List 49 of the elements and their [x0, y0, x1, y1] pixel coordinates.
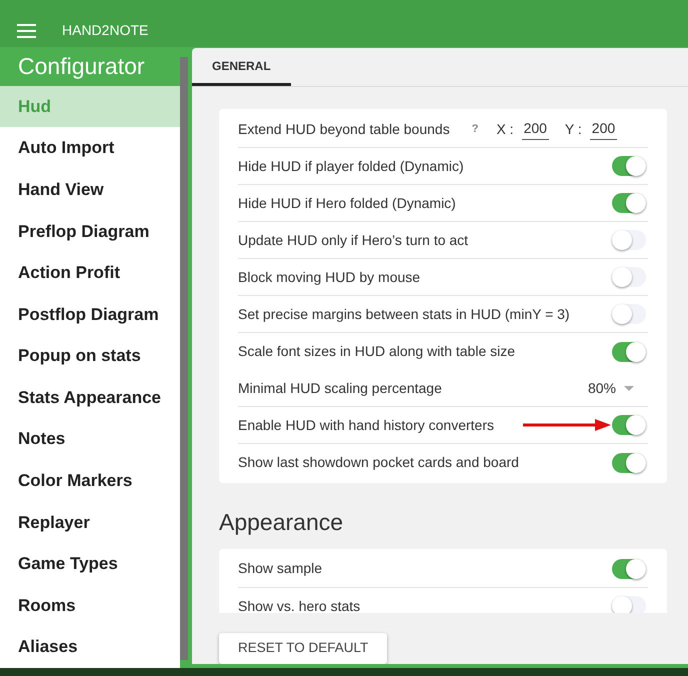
- sidebar-item[interactable]: Notes: [0, 418, 180, 460]
- sidebar-item[interactable]: Postflop Diagram: [0, 294, 180, 336]
- toggle-switch[interactable]: [612, 267, 646, 287]
- setting-label: Show last showdown pocket cards and board: [238, 453, 519, 472]
- sidebar-item[interactable]: Stats Appearance: [0, 376, 180, 418]
- setting-label: Extend HUD beyond table bounds: [238, 120, 450, 139]
- setting-label: Update HUD only if Hero’s turn to act: [238, 230, 468, 250]
- caret-icon: [624, 386, 634, 390]
- menu-icon[interactable]: [17, 24, 36, 38]
- setting-label: Block moving HUD by mouse: [238, 268, 420, 287]
- sidebar-item[interactable]: Color Markers: [0, 460, 180, 502]
- sidebar-item[interactable]: Replayer: [0, 502, 180, 544]
- toggle-switch[interactable]: [612, 596, 646, 613]
- setting-label: Enable HUD with hand history converters: [238, 416, 494, 435]
- coordinate-label: X :: [496, 120, 514, 138]
- toggle-switch[interactable]: [612, 156, 646, 176]
- sidebar-item[interactable]: Rooms: [0, 584, 180, 626]
- sidebar-item[interactable]: Preflop Diagram: [0, 210, 180, 252]
- setting-label: Hide HUD if Hero folded (Dynamic): [238, 194, 456, 213]
- toggle-switch[interactable]: [612, 230, 646, 250]
- toggle-switch[interactable]: [612, 452, 646, 472]
- input-field[interactable]: 200: [590, 118, 618, 140]
- sidebar-item[interactable]: Hand View: [0, 168, 180, 210]
- scrollbar[interactable]: [180, 57, 188, 660]
- toggle-switch[interactable]: [612, 193, 646, 213]
- toggle-switch[interactable]: [612, 415, 646, 435]
- section-heading: Appearance: [219, 508, 344, 537]
- tab[interactable]: GENERAL: [192, 48, 291, 86]
- sidebar-item[interactable]: Auto Import: [0, 127, 180, 169]
- reset-button[interactable]: RESET TO DEFAULT: [219, 633, 388, 664]
- setting-label: Hide HUD if player folded (Dynamic): [238, 156, 464, 176]
- setting-label: Show vs. hero stats: [238, 596, 360, 613]
- sidebar-item[interactable]: Action Profit: [0, 252, 180, 294]
- setting-label: Minimal HUD scaling percentage: [238, 378, 442, 398]
- toggle-switch[interactable]: [612, 558, 646, 578]
- setting-label: Show sample: [238, 559, 322, 578]
- sidebar-item[interactable]: Popup on stats: [0, 335, 180, 377]
- app-title: HAND2NOTE: [62, 21, 148, 40]
- toggle-switch[interactable]: [612, 342, 646, 362]
- sidebar-item[interactable]: Aliases: [0, 626, 180, 668]
- setting-label: Set precise margins between stats in HUD (minY = 3): [238, 304, 570, 324]
- sidebar-title: Configurator: [18, 52, 145, 82]
- coordinate-label: Y :: [564, 120, 582, 138]
- sidebar-item[interactable]: Game Types: [0, 543, 180, 585]
- setting-label: Scale font sizes in HUD along with table size: [238, 342, 516, 361]
- toggle-switch[interactable]: [612, 304, 646, 324]
- input-field[interactable]: 200: [522, 118, 549, 140]
- help-icon[interactable]: ?: [472, 120, 478, 138]
- select-field[interactable]: 80%: [588, 378, 646, 398]
